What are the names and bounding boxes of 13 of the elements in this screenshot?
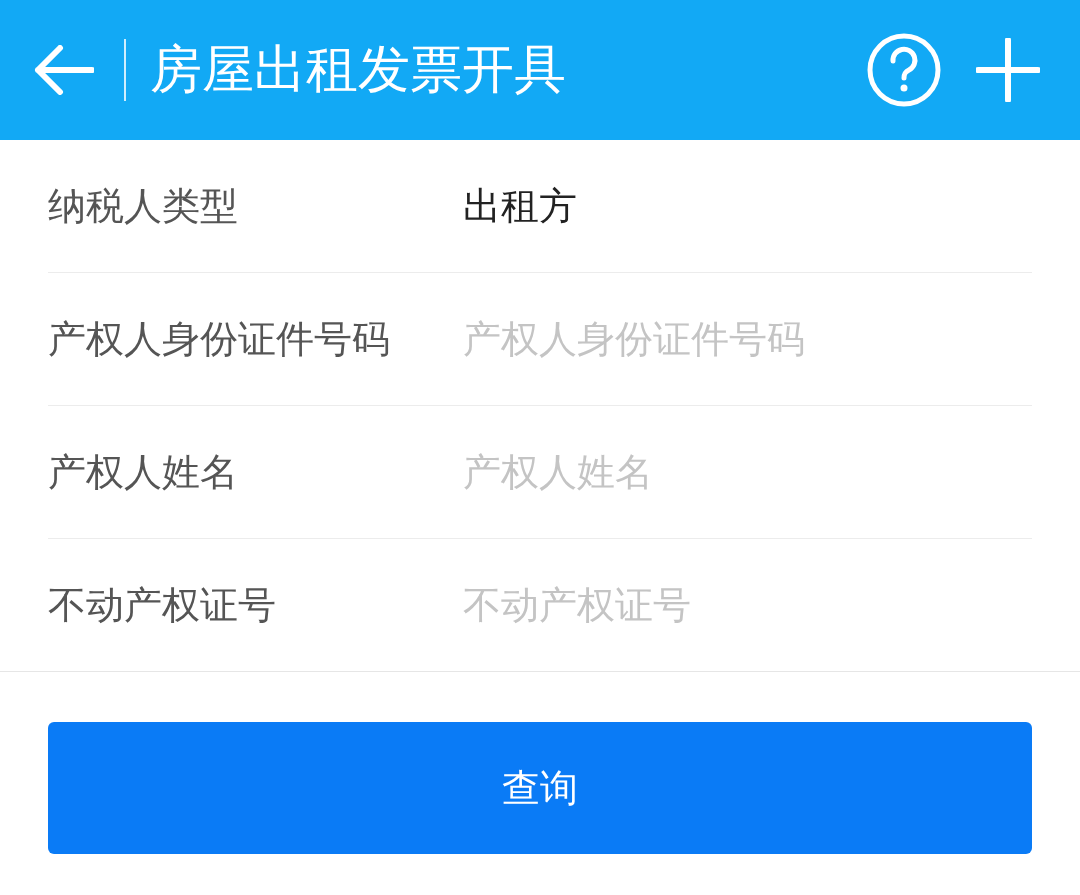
field-label: 不动产权证号 (48, 581, 277, 629)
query-button[interactable]: 查询 (48, 722, 1032, 854)
add-icon[interactable] (976, 38, 1040, 102)
input-field[interactable]: 不动产权证号 (463, 583, 1032, 627)
field-label: 产权人身份证件号码 (48, 315, 391, 363)
field-label: 产权人姓名 (48, 448, 239, 496)
field-label: 纳税人类型 (48, 182, 239, 230)
field-value: 出租方 (463, 182, 577, 230)
input-field[interactable]: 产权人姓名 (463, 450, 1032, 494)
page-title: 房屋出租发票开具 (150, 38, 567, 101)
input-field[interactable]: 产权人身份证件号码 (463, 317, 1032, 361)
help-icon[interactable] (866, 32, 942, 108)
back-icon[interactable] (34, 45, 94, 95)
